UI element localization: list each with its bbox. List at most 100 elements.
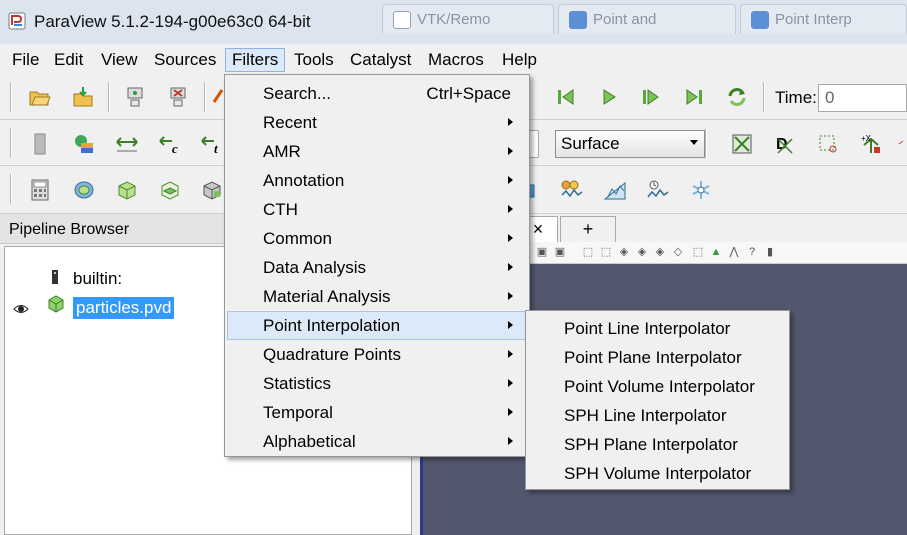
tree-item-particles[interactable]: particles.pvd	[73, 297, 175, 319]
browser-tab-point-and[interactable]: Point and	[558, 4, 736, 34]
menu-item-label: Alphabetical	[263, 432, 356, 451]
eye-visibility-icon[interactable]	[13, 303, 29, 315]
menu-item-common[interactable]: Common	[227, 224, 527, 253]
set-view-direction-icon[interactable]: +X	[858, 131, 884, 157]
open-icon[interactable]	[27, 84, 53, 110]
menu-item-amr[interactable]: AMR	[227, 137, 527, 166]
browser-tab-point-interp[interactable]: Point Interp	[740, 4, 907, 34]
clip-icon[interactable]	[114, 177, 140, 203]
menu-item-point-interpolation[interactable]: Point Interpolation	[227, 311, 527, 340]
menu-item-annotation[interactable]: Annotation	[227, 166, 527, 195]
window-title: ParaView 5.1.2-194-g00e63c0 64-bit	[34, 12, 311, 31]
load-state-icon[interactable]	[71, 84, 97, 110]
menu-item-sph-volume-interpolator[interactable]: SPH Volume Interpolator	[528, 459, 787, 488]
toolbar-separator	[10, 82, 12, 112]
rotate-view-icon-partial[interactable]	[898, 131, 907, 157]
menu-item-shortcut: Ctrl+Space	[426, 84, 511, 103]
tree-item-builtin[interactable]: builtin:	[73, 269, 122, 289]
menu-edit[interactable]: Edit	[48, 48, 89, 72]
toolbar-separator	[108, 82, 110, 112]
document-icon	[393, 11, 411, 29]
slice-icon[interactable]	[157, 177, 183, 203]
menu-filters[interactable]: Filters	[225, 48, 286, 72]
close-icon: ×	[532, 219, 544, 239]
menu-item-data-analysis[interactable]: Data Analysis	[227, 253, 527, 282]
representation-select[interactable]: Surface	[555, 130, 705, 158]
shrink-selection-icon[interactable]: ⬚	[692, 246, 704, 259]
menu-item-quadrature-points[interactable]: Quadrature Points	[227, 340, 527, 369]
svg-text:+X: +X	[861, 134, 872, 143]
select-cells-icon[interactable]: ⬚	[582, 246, 594, 259]
title-bar: ParaView 5.1.2-194-g00e63c0 64-bit VTK/R…	[0, 0, 907, 44]
menu-item-point-volume-interpolator[interactable]: Point Volume Interpolator	[528, 372, 787, 401]
plot-over-time-icon[interactable]	[645, 177, 671, 203]
menu-macros[interactable]: Macros	[422, 48, 490, 72]
connect-icon[interactable]	[122, 84, 148, 110]
reset-camera-icon[interactable]	[729, 131, 755, 157]
menu-item-label: Recent	[263, 113, 317, 132]
query-icon[interactable]: ?	[746, 246, 758, 259]
menu-item-temporal[interactable]: Temporal	[227, 398, 527, 427]
last-frame-icon[interactable]	[681, 84, 707, 110]
browser-tab-vtk[interactable]: VTK/Remo	[382, 4, 554, 34]
first-frame-icon[interactable]	[553, 84, 579, 110]
plot-data-icon[interactable]	[559, 177, 585, 203]
hover-cells-icon[interactable]: ⋀	[728, 246, 740, 259]
zoom-to-data-icon[interactable]: D	[772, 131, 798, 157]
glyph-icon[interactable]	[688, 177, 714, 203]
menu-item-recent[interactable]: Recent	[227, 108, 527, 137]
select-polygon-icon[interactable]: ◈	[654, 246, 666, 259]
paraview-app-icon	[751, 11, 769, 29]
menu-file[interactable]: File	[6, 48, 45, 72]
menu-item-label: Quadrature Points	[263, 345, 401, 364]
color-legend-icon[interactable]	[27, 131, 53, 157]
selection-icon[interactable]: ▣	[536, 246, 548, 259]
next-frame-icon[interactable]	[638, 84, 664, 110]
select-frustum-icon[interactable]: ◈	[618, 246, 630, 259]
menu-view[interactable]: View	[95, 48, 144, 72]
help-icon-partial[interactable]	[212, 84, 224, 110]
menu-item-material-analysis[interactable]: Material Analysis	[227, 282, 527, 311]
play-icon[interactable]	[596, 84, 622, 110]
select-block-icon[interactable]: ◈	[636, 246, 648, 259]
rescale-temporal-range-icon[interactable]: t	[199, 131, 225, 157]
rescale-custom-range-icon[interactable]: c	[157, 131, 183, 157]
menu-help[interactable]: Help	[496, 48, 543, 72]
contour-icon[interactable]	[71, 177, 97, 203]
panel-title: Pipeline Browser	[9, 221, 130, 238]
zoom-to-box-icon[interactable]	[815, 131, 841, 157]
menu-item-point-line-interpolator[interactable]: Point Line Interpolator	[528, 314, 787, 343]
loop-icon[interactable]	[724, 84, 750, 110]
rescale-data-range-icon[interactable]	[114, 131, 140, 157]
threshold-icon[interactable]	[199, 177, 225, 203]
calculator-icon[interactable]	[27, 177, 53, 203]
menu-catalyst[interactable]: Catalyst	[344, 48, 417, 72]
menu-item-label: Annotation	[263, 171, 345, 190]
menu-sources[interactable]: Sources	[148, 48, 222, 72]
hover-points-icon[interactable]: ▲	[710, 246, 722, 259]
menu-item-statistics[interactable]: Statistics	[227, 369, 527, 398]
svg-text:t: t	[214, 141, 218, 155]
time-input[interactable]	[818, 84, 907, 112]
plot-selection-over-time-icon[interactable]	[602, 177, 628, 203]
data-source-cube-icon	[48, 295, 64, 313]
clear-selection-icon[interactable]: ▮	[764, 246, 776, 259]
time-label: Time:	[775, 88, 817, 107]
menu-item-search[interactable]: Search... Ctrl+Space	[227, 79, 527, 108]
disconnect-icon[interactable]	[165, 84, 191, 110]
color-map-editor-icon[interactable]	[71, 131, 97, 157]
menu-tools[interactable]: Tools	[288, 48, 340, 72]
interactive-select-icon[interactable]: ▣	[554, 246, 566, 259]
select-points-icon[interactable]: ⬚	[600, 246, 612, 259]
paraview-app-icon	[569, 11, 587, 29]
menu-item-sph-line-interpolator[interactable]: SPH Line Interpolator	[528, 401, 787, 430]
toolbar-separator	[763, 82, 765, 112]
grow-selection-icon[interactable]: ◇	[672, 246, 684, 259]
menu-item-sph-plane-interpolator[interactable]: SPH Plane Interpolator	[528, 430, 787, 459]
menu-item-cth[interactable]: CTH	[227, 195, 527, 224]
plus-icon: +	[582, 219, 594, 239]
add-view-tab-button[interactable]: +	[560, 216, 616, 242]
menu-item-point-plane-interpolator[interactable]: Point Plane Interpolator	[528, 343, 787, 372]
toolbar-separator	[10, 174, 12, 204]
menu-item-alphabetical[interactable]: Alphabetical	[227, 427, 527, 456]
